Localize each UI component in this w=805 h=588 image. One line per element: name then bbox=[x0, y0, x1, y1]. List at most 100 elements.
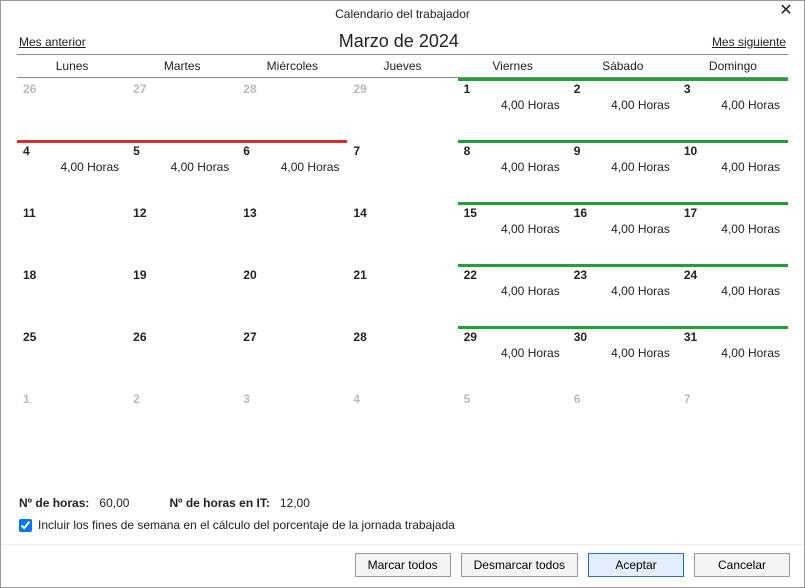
day-cell[interactable]: 5 bbox=[458, 388, 568, 450]
day-number: 26 bbox=[23, 82, 121, 96]
day-cell[interactable]: 304,00 Horas bbox=[568, 326, 678, 388]
day-cell[interactable]: 1 bbox=[17, 388, 127, 450]
day-cell[interactable]: 27 bbox=[127, 78, 237, 140]
day-cell[interactable]: 154,00 Horas bbox=[458, 202, 568, 264]
day-cell[interactable]: 174,00 Horas bbox=[678, 202, 788, 264]
red-bar bbox=[237, 140, 347, 143]
day-number: 3 bbox=[243, 392, 341, 406]
day-cell[interactable]: 21 bbox=[347, 264, 457, 326]
day-number: 13 bbox=[243, 206, 341, 220]
day-cell[interactable]: 7 bbox=[678, 388, 788, 450]
month-title: Marzo de 2024 bbox=[339, 31, 459, 52]
day-cell[interactable]: 3 bbox=[237, 388, 347, 450]
day-cell[interactable]: 164,00 Horas bbox=[568, 202, 678, 264]
day-cell[interactable]: 6 bbox=[568, 388, 678, 450]
include-weekends-checkbox[interactable] bbox=[19, 519, 32, 532]
day-number: 3 bbox=[684, 82, 782, 96]
include-weekends-row: Incluir los fines de semana en el cálcul… bbox=[19, 518, 786, 532]
day-cell[interactable]: 23 4,00 Horas bbox=[568, 264, 678, 326]
unmark-all-button[interactable]: Desmarcar todos bbox=[461, 553, 578, 577]
prev-month-link[interactable]: Mes anterior bbox=[19, 35, 86, 49]
day-number: 2 bbox=[133, 392, 231, 406]
day-hours: 4,00 Horas bbox=[60, 160, 119, 174]
green-bar bbox=[568, 140, 678, 143]
day-cell[interactable]: 44,00 Horas bbox=[17, 140, 127, 202]
day-cell[interactable]: 14,00 Horas bbox=[458, 78, 568, 140]
day-cell[interactable]: 11 bbox=[17, 202, 127, 264]
day-cell[interactable]: 244,00 Horas bbox=[678, 264, 788, 326]
day-number: 14 bbox=[353, 206, 451, 220]
day-number: 12 bbox=[133, 206, 231, 220]
day-number: 11 bbox=[23, 206, 121, 220]
day-hours: 4,00 Horas bbox=[501, 160, 560, 174]
day-cell[interactable]: 25 bbox=[17, 326, 127, 388]
day-number: 31 bbox=[684, 330, 782, 344]
totals-row: Nº de horas: 60,00 Nº de horas en IT: 12… bbox=[19, 496, 786, 510]
day-cell[interactable]: 2 bbox=[127, 388, 237, 450]
day-cell[interactable]: 4 bbox=[347, 388, 457, 450]
day-cell[interactable]: 104,00 Horas bbox=[678, 140, 788, 202]
green-bar bbox=[568, 264, 678, 267]
day-number: 16 bbox=[574, 206, 672, 220]
day-number: 9 bbox=[574, 144, 672, 158]
day-number: 17 bbox=[684, 206, 782, 220]
day-cell[interactable]: 26 bbox=[127, 326, 237, 388]
day-cell[interactable]: 34,00 Horas bbox=[678, 78, 788, 140]
next-month-link[interactable]: Mes siguiente bbox=[712, 35, 786, 49]
day-hours: 4,00 Horas bbox=[611, 160, 670, 174]
day-number: 23 bbox=[574, 268, 672, 282]
day-cell[interactable]: 294,00 Horas bbox=[458, 326, 568, 388]
mark-all-button[interactable]: Marcar todos bbox=[355, 553, 451, 577]
green-bar bbox=[458, 264, 568, 267]
dayname: Jueves bbox=[347, 55, 457, 77]
total-it-label: Nº de horas en IT: bbox=[169, 496, 269, 510]
day-cell[interactable]: 31 4,00 Horas bbox=[678, 326, 788, 388]
day-cell[interactable]: 9 4,00 Horas bbox=[568, 140, 678, 202]
day-cell[interactable]: 28 bbox=[347, 326, 457, 388]
day-cell[interactable]: 24,00 Horas bbox=[568, 78, 678, 140]
day-number: 15 bbox=[464, 206, 562, 220]
ok-button[interactable]: Aceptar bbox=[588, 553, 684, 577]
titlebar: Calendario del trabajador ✕ bbox=[1, 1, 804, 27]
day-number: 29 bbox=[353, 82, 451, 96]
total-it-value: 12,00 bbox=[280, 496, 310, 510]
day-cell[interactable]: 224,00 Horas bbox=[458, 264, 568, 326]
day-number: 4 bbox=[353, 392, 451, 406]
dayname-row: Lunes Martes Miércoles Jueves Viernes Sá… bbox=[17, 54, 788, 78]
day-cell[interactable]: 64,00 Horas bbox=[237, 140, 347, 202]
day-number: 28 bbox=[243, 82, 341, 96]
day-cell[interactable]: 28 bbox=[237, 78, 347, 140]
button-row: Marcar todos Desmarcar todos Aceptar Can… bbox=[1, 544, 804, 587]
day-cell[interactable]: 12 bbox=[127, 202, 237, 264]
day-number: 7 bbox=[353, 144, 451, 158]
day-number: 7 bbox=[684, 392, 782, 406]
day-number: 18 bbox=[23, 268, 121, 282]
total-hours-label: Nº de horas: bbox=[19, 496, 89, 510]
day-cell[interactable]: 27 bbox=[237, 326, 347, 388]
day-cell[interactable]: 26 bbox=[17, 78, 127, 140]
footer: Nº de horas: 60,00 Nº de horas en IT: 12… bbox=[1, 488, 804, 544]
green-bar bbox=[568, 202, 678, 205]
day-cell[interactable]: 7 bbox=[347, 140, 457, 202]
day-number: 27 bbox=[133, 82, 231, 96]
day-cell[interactable]: 84,00 Horas bbox=[458, 140, 568, 202]
green-bar bbox=[678, 264, 788, 267]
day-number: 22 bbox=[464, 268, 562, 282]
day-cell[interactable]: 14 bbox=[347, 202, 457, 264]
red-bar bbox=[17, 140, 127, 143]
day-cell[interactable]: 18 bbox=[17, 264, 127, 326]
day-cell[interactable]: 54,00 Horas bbox=[127, 140, 237, 202]
day-hours: 4,00 Horas bbox=[721, 346, 780, 360]
day-cell[interactable]: 13 bbox=[237, 202, 347, 264]
green-bar bbox=[678, 202, 788, 205]
dayname: Miércoles bbox=[237, 55, 347, 77]
calendar: Lunes Martes Miércoles Jueves Viernes Sá… bbox=[1, 54, 804, 450]
day-cell[interactable]: 29 bbox=[347, 78, 457, 140]
include-weekends-label[interactable]: Incluir los fines de semana en el cálcul… bbox=[38, 518, 455, 532]
day-cell[interactable]: 19 bbox=[127, 264, 237, 326]
close-icon[interactable]: ✕ bbox=[776, 3, 796, 23]
dayname: Sábado bbox=[568, 55, 678, 77]
day-hours: 4,00 Horas bbox=[611, 284, 670, 298]
cancel-button[interactable]: Cancelar bbox=[694, 553, 790, 577]
day-cell[interactable]: 20 bbox=[237, 264, 347, 326]
